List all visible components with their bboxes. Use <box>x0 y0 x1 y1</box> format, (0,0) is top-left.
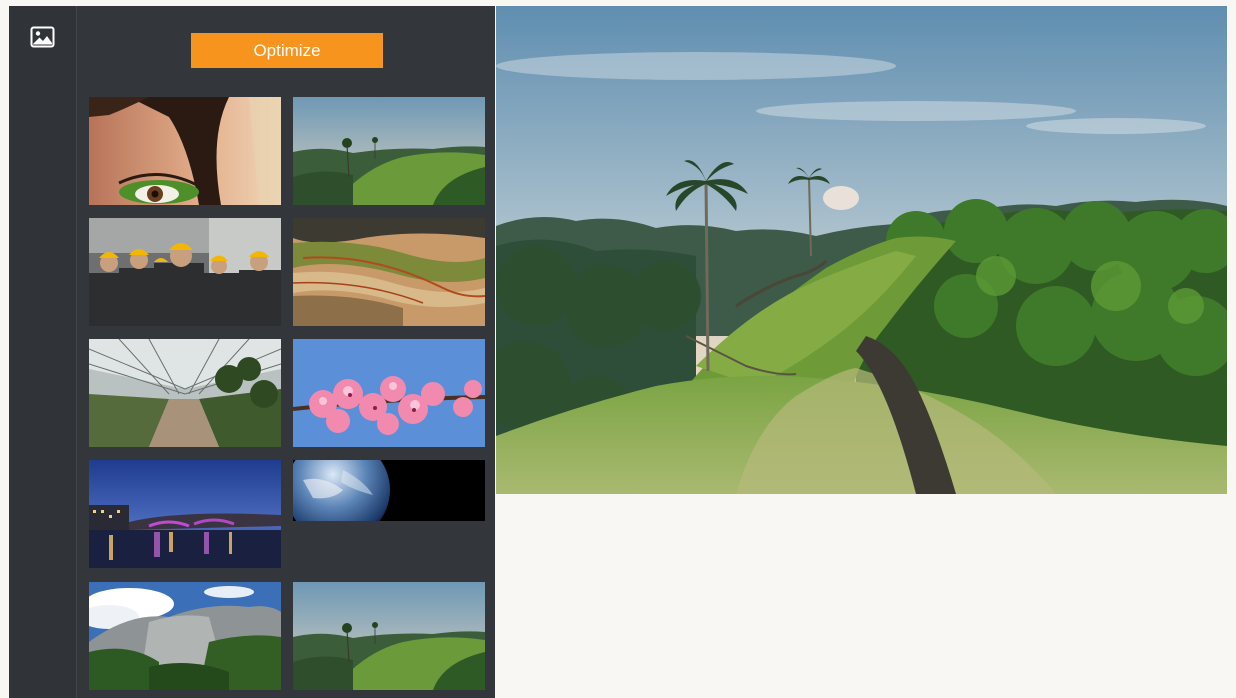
thumb-mountain-cliff[interactable] <box>89 582 281 690</box>
optimize-button[interactable]: Optimize <box>191 33 383 68</box>
left-rail <box>9 6 77 698</box>
thumb-terraced-terrain[interactable] <box>293 218 485 326</box>
image-gallery-icon[interactable] <box>30 26 55 48</box>
gallery-panel: Optimize <box>77 6 495 698</box>
thumb-greenhouse[interactable] <box>89 339 281 447</box>
main-image-preview <box>496 6 1227 494</box>
thumb-pink-blossoms[interactable] <box>293 339 485 447</box>
thumb-woman-eye[interactable] <box>89 97 281 205</box>
thumb-workers-hardhats[interactable] <box>89 218 281 326</box>
thumb-city-bridge-night[interactable] <box>89 460 281 568</box>
thumb-hill-landscape[interactable] <box>293 97 485 205</box>
thumb-earth-space[interactable] <box>293 460 485 521</box>
thumb-hill-landscape-2[interactable] <box>293 582 485 690</box>
app-window: Optimize <box>0 0 1236 698</box>
